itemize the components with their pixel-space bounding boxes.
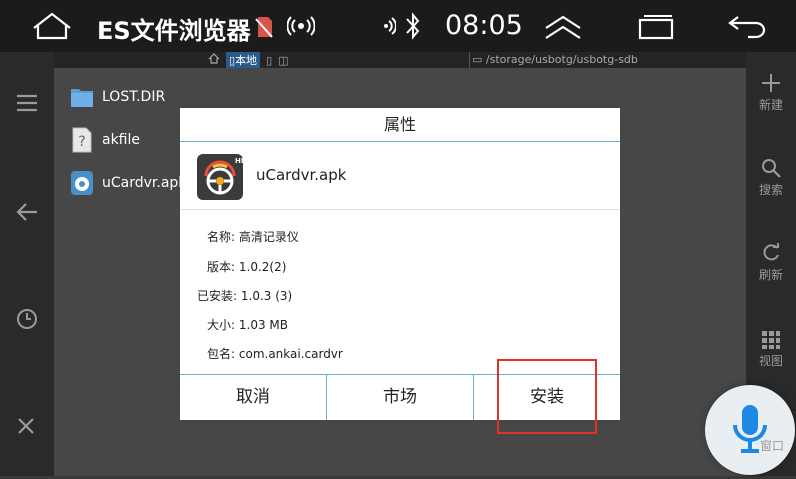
info-key: 版本: xyxy=(207,260,236,274)
file-name: akfile xyxy=(102,132,141,148)
refresh-label: 刷新 xyxy=(758,268,783,282)
app-header: HD uCardvr.apk xyxy=(180,142,620,210)
info-value: 1.03 MB xyxy=(238,318,288,332)
nfc-icon xyxy=(380,16,397,40)
list-item[interactable]: ? akfile xyxy=(70,125,140,155)
plus-icon xyxy=(762,74,780,92)
clock: 08:05 xyxy=(445,10,523,41)
info-value: 1.0.3 (3) xyxy=(240,289,293,303)
refresh-button[interactable]: 刷新 xyxy=(746,242,796,283)
folder-icon xyxy=(71,89,93,107)
grid-view-icon xyxy=(762,331,780,349)
back-arrow-icon[interactable] xyxy=(726,13,766,43)
chevron-up-icon[interactable] xyxy=(542,14,584,44)
usb-icon[interactable]: ◫ xyxy=(278,54,288,67)
svg-text:HD: HD xyxy=(235,157,243,165)
info-row: 包名: com.ankai.cardvr xyxy=(207,345,343,362)
bluetooth-icon xyxy=(404,11,422,45)
info-key: 大小: xyxy=(207,318,236,332)
steering-wheel-app-icon: HD xyxy=(197,154,247,200)
microphone-icon xyxy=(733,405,767,453)
current-path[interactable]: ▭ /storage/usbotg/usbotg-sdb xyxy=(472,53,638,66)
info-row: 名称: 高清记录仪 xyxy=(207,228,299,245)
info-key: 包名: xyxy=(207,347,236,361)
menu-icon[interactable] xyxy=(16,94,38,116)
back-arrow-icon[interactable] xyxy=(16,202,38,226)
info-row: 大小: 1.03 MB xyxy=(207,316,288,333)
device-icon[interactable]: ▯ xyxy=(266,54,272,67)
file-name: uCardvr.apk xyxy=(102,175,187,191)
home-small-icon[interactable] xyxy=(208,53,220,67)
svg-text:?: ? xyxy=(78,134,85,150)
view-button[interactable]: 视图 xyxy=(746,330,796,369)
app-title: ES文件浏览器 xyxy=(97,17,251,45)
app-file-name: uCardvr.apk xyxy=(256,166,347,184)
dialog-title: 属性 xyxy=(180,108,620,142)
recent-apps-icon[interactable] xyxy=(636,14,676,44)
status-bar: ES文件浏览器 08:05 xyxy=(0,0,796,52)
info-row: 已安装: 1.0.3 (3) xyxy=(197,287,292,304)
file-name: LOST.DIR xyxy=(102,89,166,105)
info-key: 名称: xyxy=(207,230,236,244)
new-label: 新建 xyxy=(758,98,783,112)
sd-card-error-icon xyxy=(255,16,273,42)
info-row: 版本: 1.0.2(2) xyxy=(207,258,286,275)
view-label: 视图 xyxy=(758,354,783,368)
info-key: 已安装: xyxy=(197,289,238,303)
info-value: com.ankai.cardvr xyxy=(238,347,343,361)
info-value: 高清记录仪 xyxy=(238,230,299,244)
cancel-button[interactable]: 取消 xyxy=(180,375,327,420)
info-value: 1.0.2(2) xyxy=(238,260,287,274)
apk-file-icon xyxy=(71,171,93,195)
search-icon xyxy=(762,159,781,178)
list-item[interactable]: uCardvr.apk xyxy=(70,168,186,198)
left-sidebar xyxy=(0,52,54,476)
close-icon[interactable] xyxy=(16,416,36,440)
current-path-text: /storage/usbotg/usbotg-sdb xyxy=(485,53,638,66)
window-label: 窗口 xyxy=(760,439,785,453)
location-selector[interactable]: ▯本地 ▯ ◫ xyxy=(208,52,289,68)
hotspot-icon xyxy=(286,14,316,42)
market-button[interactable]: 市场 xyxy=(327,375,474,420)
folder-small-icon: ▭ xyxy=(472,53,483,66)
refresh-icon xyxy=(763,243,779,261)
path-bar: ▯本地 ▯ ◫ ▭ /storage/usbotg/usbotg-sdb xyxy=(54,52,746,68)
home-icon[interactable] xyxy=(30,10,74,46)
unknown-file-icon: ? xyxy=(72,127,92,153)
search-label: 搜索 xyxy=(758,183,783,197)
path-separator xyxy=(469,52,470,68)
voice-assistant-button[interactable] xyxy=(705,385,795,475)
new-button[interactable]: 新建 xyxy=(746,72,796,113)
list-item[interactable]: LOST.DIR xyxy=(70,82,165,112)
search-button[interactable]: 搜索 xyxy=(746,157,796,198)
history-clock-icon[interactable] xyxy=(16,308,38,334)
install-highlight-box xyxy=(497,359,597,434)
local-storage-tab[interactable]: ▯本地 xyxy=(226,52,261,68)
local-storage-label: 本地 xyxy=(235,54,258,67)
